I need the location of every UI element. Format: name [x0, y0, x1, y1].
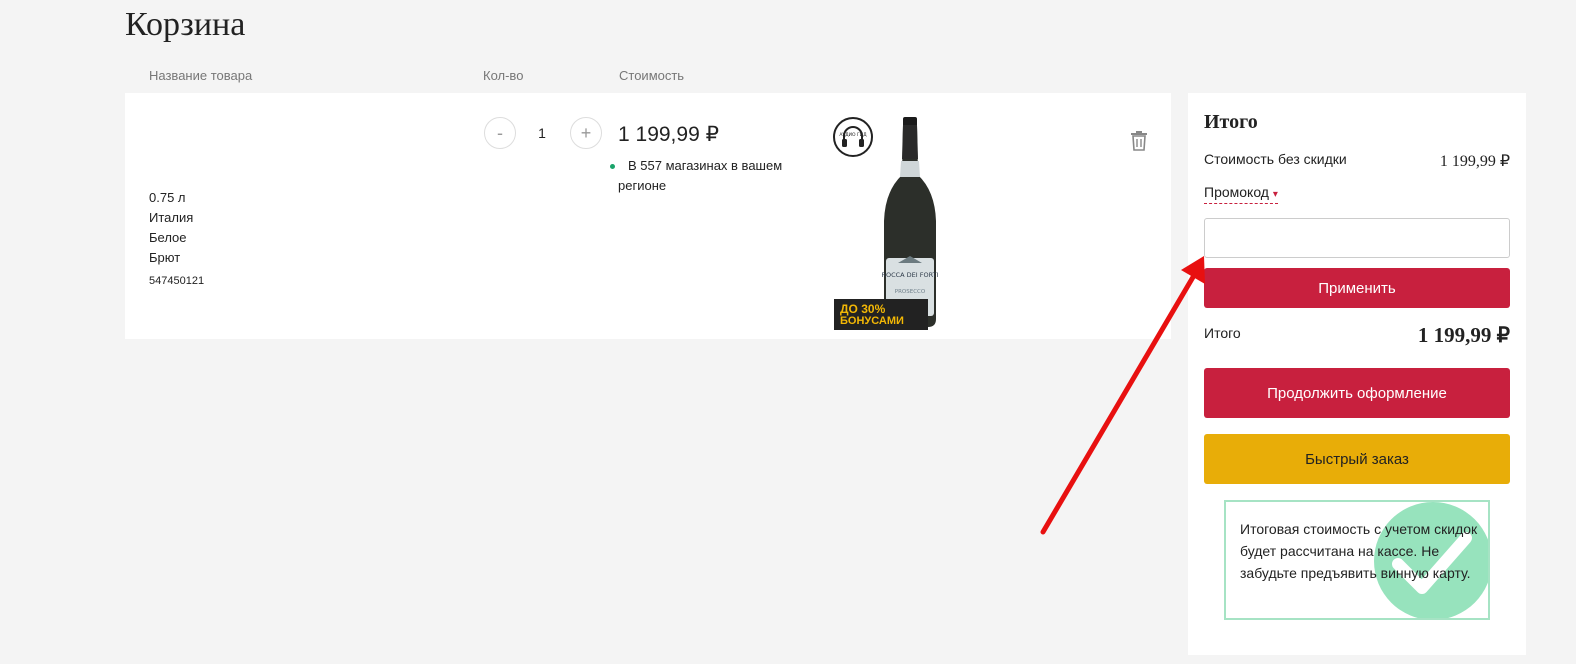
- notice-text: Итоговая стоимость с учетом скидок будет…: [1240, 521, 1478, 581]
- bonus-badge-line1: ДО 30%: [840, 302, 886, 316]
- bottle-sublabel: PROSECCO: [895, 289, 926, 295]
- apply-promo-button[interactable]: Применить: [1204, 268, 1510, 308]
- bonus-badge: ДО 30% БОНУСАМИ: [834, 299, 928, 330]
- product-sku: 547450121: [149, 275, 205, 287]
- column-header-qty: Кол-во: [483, 68, 524, 83]
- column-header-cost: Стоимость: [619, 68, 685, 83]
- audio-guide-label: АУДИО ГИД: [839, 132, 867, 138]
- promo-code-toggle[interactable]: Промокод ▾: [1204, 184, 1278, 204]
- cart-item-card: 0.75 л Италия Белое Брют 547450121 - + 1…: [125, 93, 1171, 339]
- product-color: Белое: [149, 230, 187, 245]
- trash-icon[interactable]: [1129, 129, 1149, 151]
- subtotal-value: 1 199,99 ₽: [1439, 153, 1510, 170]
- product-price: 1 199,99 ₽: [618, 123, 719, 146]
- total-label: Итого: [1204, 325, 1241, 341]
- bonus-badge-line2: БОНУСАМИ: [840, 315, 904, 327]
- stock-text: В 557 магазинах в вашем регионе: [618, 158, 783, 193]
- product-volume: 0.75 л: [149, 190, 186, 205]
- stock-availability: В 557 магазинах в вашем регионе: [610, 156, 798, 196]
- continue-checkout-button[interactable]: Продолжить оформление: [1204, 368, 1510, 418]
- quantity-decrease-button[interactable]: -: [484, 117, 516, 149]
- page-title: Корзина: [125, 6, 246, 43]
- product-country: Италия: [149, 210, 194, 225]
- total-value: 1 199,99 ₽: [1417, 323, 1510, 347]
- product-attributes: 0.75 л Италия Белое Брют: [149, 188, 193, 268]
- subtotal-label: Стоимость без скидки: [1204, 151, 1347, 167]
- column-header-name: Название товара: [149, 68, 253, 83]
- discount-notice: Итоговая стоимость с учетом скидок будет…: [1224, 500, 1490, 620]
- order-summary-panel: Итого Стоимость без скидки 1 199,99 ₽ Пр…: [1188, 93, 1526, 655]
- quantity-increase-button[interactable]: +: [570, 117, 602, 149]
- stock-dot-icon: [610, 164, 615, 170]
- bottle-label: ROCCA DEI FORTI: [881, 271, 938, 279]
- product-sweetness: Брют: [149, 250, 181, 265]
- quick-order-button[interactable]: Быстрый заказ: [1204, 434, 1510, 484]
- promo-code-label: Промокод: [1204, 184, 1269, 200]
- quantity-input[interactable]: [523, 121, 561, 145]
- promo-code-input[interactable]: [1204, 218, 1510, 258]
- summary-title: Итого: [1204, 111, 1258, 133]
- chevron-down-icon: ▾: [1272, 189, 1278, 200]
